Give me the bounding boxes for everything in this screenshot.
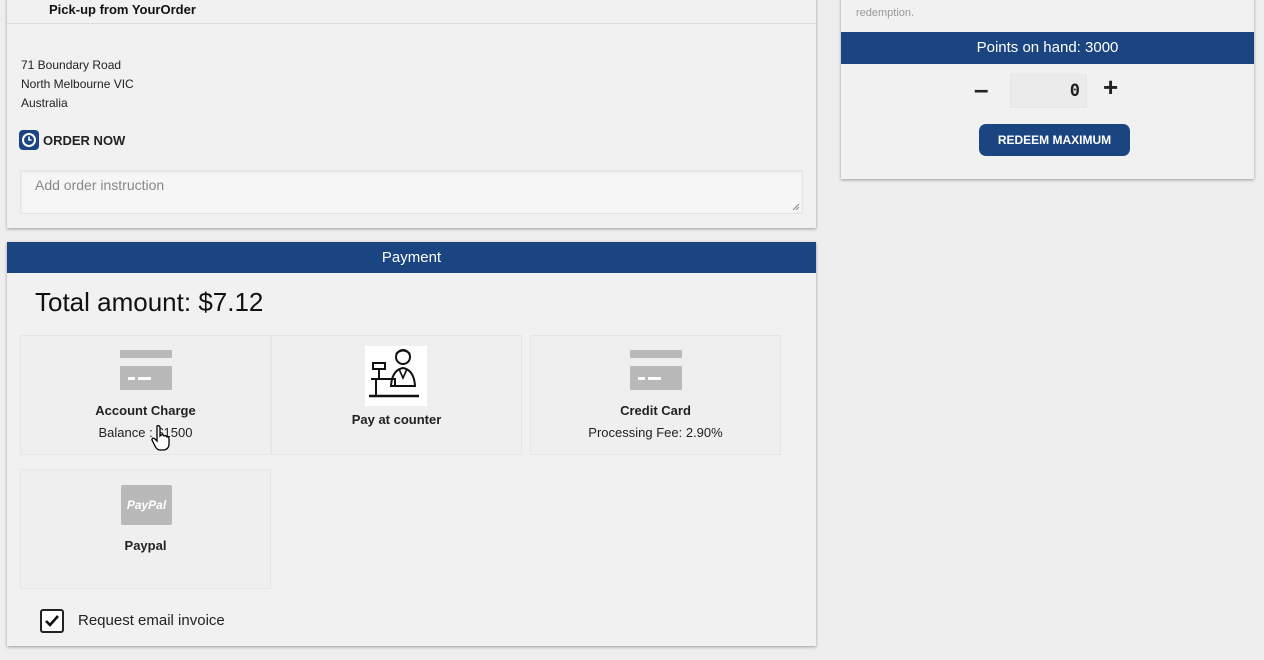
points-on-hand: Points on hand: 3000 bbox=[841, 32, 1254, 64]
checkmark-icon bbox=[45, 615, 59, 627]
resize-grip-icon[interactable] bbox=[792, 203, 800, 211]
points-card: redemption. Points on hand: 3000 – 0 + R… bbox=[841, 0, 1254, 179]
points-increase-button[interactable]: + bbox=[1103, 74, 1118, 100]
hand-cursor-icon bbox=[151, 425, 170, 451]
pickup-card: Pick-up from YourOrder 71 Boundary Road … bbox=[7, 0, 816, 228]
payment-method-credit-card[interactable]: Credit Card Processing Fee: 2.90% bbox=[530, 335, 781, 455]
credit-card-icon bbox=[120, 350, 172, 390]
payment-header: Payment bbox=[7, 242, 816, 273]
method-name: Credit Card bbox=[620, 403, 691, 418]
email-invoice-label: Request email invoice bbox=[78, 612, 225, 629]
redeem-maximum-button[interactable]: REDEEM MAXIMUM bbox=[979, 124, 1130, 156]
points-note: redemption. bbox=[856, 7, 915, 19]
email-invoice-checkbox[interactable] bbox=[40, 609, 64, 633]
pickup-address: 71 Boundary Road North Melbourne VIC Aus… bbox=[21, 56, 134, 113]
address-line: 71 Boundary Road bbox=[21, 58, 122, 72]
points-value: 0 bbox=[1069, 81, 1080, 101]
address-line: North Melbourne VIC bbox=[21, 77, 134, 91]
order-instruction-input[interactable]: Add order instruction bbox=[20, 170, 803, 214]
pickup-title: Pick-up from YourOrder bbox=[49, 2, 196, 17]
payment-method-paypal[interactable]: PayPal Paypal bbox=[20, 469, 271, 589]
credit-card-icon bbox=[630, 350, 682, 390]
payment-method-account-charge[interactable]: Account Charge Balance : $1500 bbox=[20, 335, 271, 455]
points-input[interactable]: 0 bbox=[1010, 74, 1087, 108]
method-name: Account Charge bbox=[95, 403, 196, 418]
order-now-label: ORDER NOW bbox=[43, 133, 126, 148]
paypal-icon: PayPal bbox=[121, 485, 172, 525]
payment-card: Payment Total amount: $7.12 Account Char… bbox=[7, 242, 816, 646]
payment-method-pay-at-counter[interactable]: Pay at counter bbox=[271, 335, 522, 455]
cashier-icon bbox=[365, 346, 427, 406]
method-name: Paypal bbox=[124, 538, 167, 553]
address-line: Australia bbox=[21, 96, 68, 110]
order-instruction-placeholder: Add order instruction bbox=[35, 177, 165, 193]
method-name: Pay at counter bbox=[351, 412, 442, 427]
pickup-header: Pick-up from YourOrder bbox=[7, 0, 816, 24]
method-detail: Balance : $1500 bbox=[98, 425, 193, 440]
method-detail: Processing Fee: 2.90% bbox=[588, 425, 723, 440]
total-amount: Total amount: $7.12 bbox=[35, 287, 264, 317]
points-decrease-button[interactable]: – bbox=[974, 76, 988, 102]
clock-icon bbox=[19, 130, 39, 150]
